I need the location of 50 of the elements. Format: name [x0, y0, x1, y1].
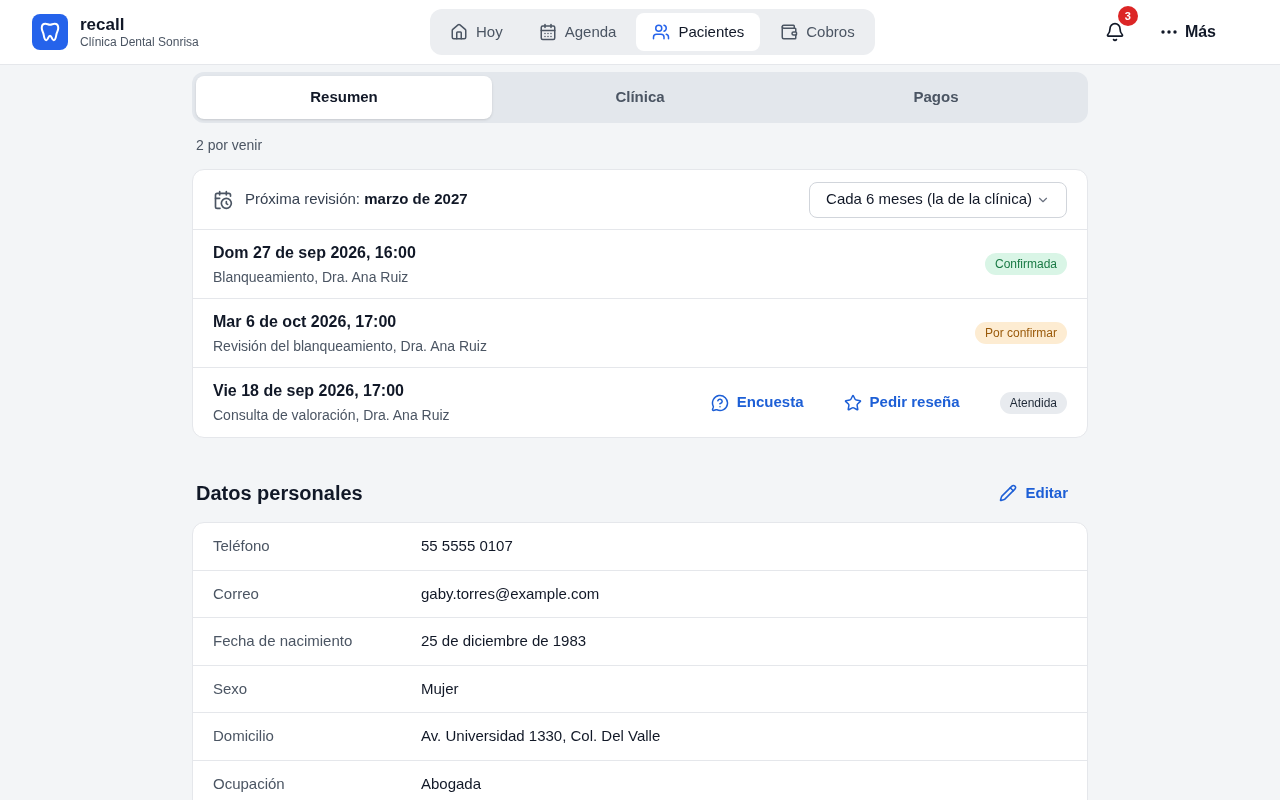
field-label: Fecha de nacimiento: [213, 631, 354, 651]
nav-icon: [450, 23, 468, 41]
action-link[interactable]: Encuesta: [710, 391, 804, 414]
field-label: Ocupación: [213, 773, 286, 794]
appointment-time: Vie 18 de sep 2026, 17:00: [213, 381, 405, 401]
appointment-detail: Consulta de valoración, Dra. Ana Ruiz: [213, 406, 450, 425]
field-label: Sexo: [213, 678, 249, 699]
appointment-time: Dom 27 de sep 2026, 16:00: [213, 242, 416, 263]
field-label: Correo: [213, 583, 260, 604]
status-badge: Por confirmar: [974, 322, 1067, 344]
more-icon: [1160, 30, 1177, 34]
field-value: Mujer: [421, 678, 459, 699]
nav-tab[interactable]: Hoy: [434, 13, 519, 51]
question-bubble-icon: [710, 393, 729, 412]
field-label: Teléfono: [213, 536, 271, 556]
status-badge: Confirmada: [984, 253, 1067, 275]
field-value: Abogada: [421, 773, 482, 794]
star-icon: [843, 393, 862, 412]
pencil-icon: [999, 484, 1018, 502]
nav-icon: [538, 23, 557, 41]
field-label: Domicilio: [213, 726, 275, 746]
nav-tab[interactable]: Pacientes: [636, 13, 761, 51]
field-value: 25 de diciembre de 1983: [421, 631, 587, 651]
section-tab[interactable]: Clínica: [492, 76, 788, 119]
edit-button[interactable]: Editar: [999, 481, 1068, 505]
section-tab[interactable]: Resumen: [196, 76, 492, 119]
calendar-clock-icon: [213, 189, 233, 210]
action-link[interactable]: Pedir reseña: [843, 391, 960, 414]
status-badge: Atendida: [999, 391, 1067, 414]
brand-name: recall: [80, 13, 126, 36]
recall-label: Próxima revisión: marzo de 2027: [245, 189, 468, 210]
interval-select[interactable]: Cada 6 meses (la de la clínica): [809, 181, 1067, 218]
bell-icon: [1104, 22, 1125, 42]
section-tab[interactable]: Pagos: [788, 76, 1084, 119]
appointment-time: Mar 6 de oct 2026, 17:00: [213, 311, 398, 332]
clinic-name: Clínica Dental Sonrisa: [80, 35, 199, 51]
nav-tab[interactable]: Agenda: [522, 13, 633, 51]
appointment-detail: Blanqueamiento, Dra. Ana Ruiz: [213, 267, 410, 287]
nav-tab[interactable]: Cobros: [764, 13, 871, 51]
appointments-count: 2 por venir: [196, 136, 264, 155]
tooth-logo-icon: [32, 14, 68, 50]
nav-icon: [780, 23, 799, 41]
field-value: gaby.torres@example.com: [421, 583, 600, 604]
more-button[interactable]: Más: [1160, 20, 1216, 44]
field-value: Av. Universidad 1330, Col. Del Valle: [421, 726, 661, 746]
field-value: 55 5555 0107: [421, 536, 513, 556]
section-title: Datos personales: [196, 481, 363, 506]
appointment-detail: Revisión del blanqueamiento, Dra. Ana Ruiz: [213, 336, 487, 356]
notification-count: 3: [1117, 6, 1138, 26]
nav-icon: [652, 23, 671, 41]
